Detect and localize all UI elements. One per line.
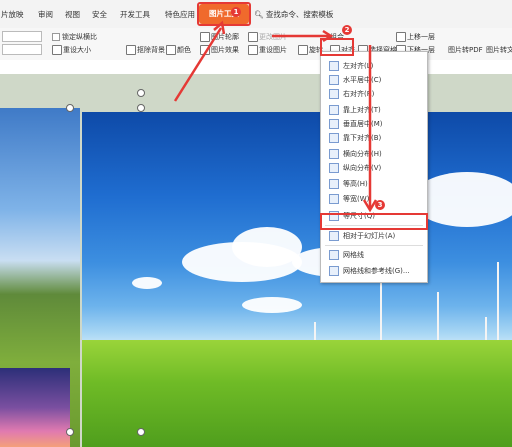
annotation-arrows [173,20,378,213]
arrow-to-picture-tools [173,27,223,102]
